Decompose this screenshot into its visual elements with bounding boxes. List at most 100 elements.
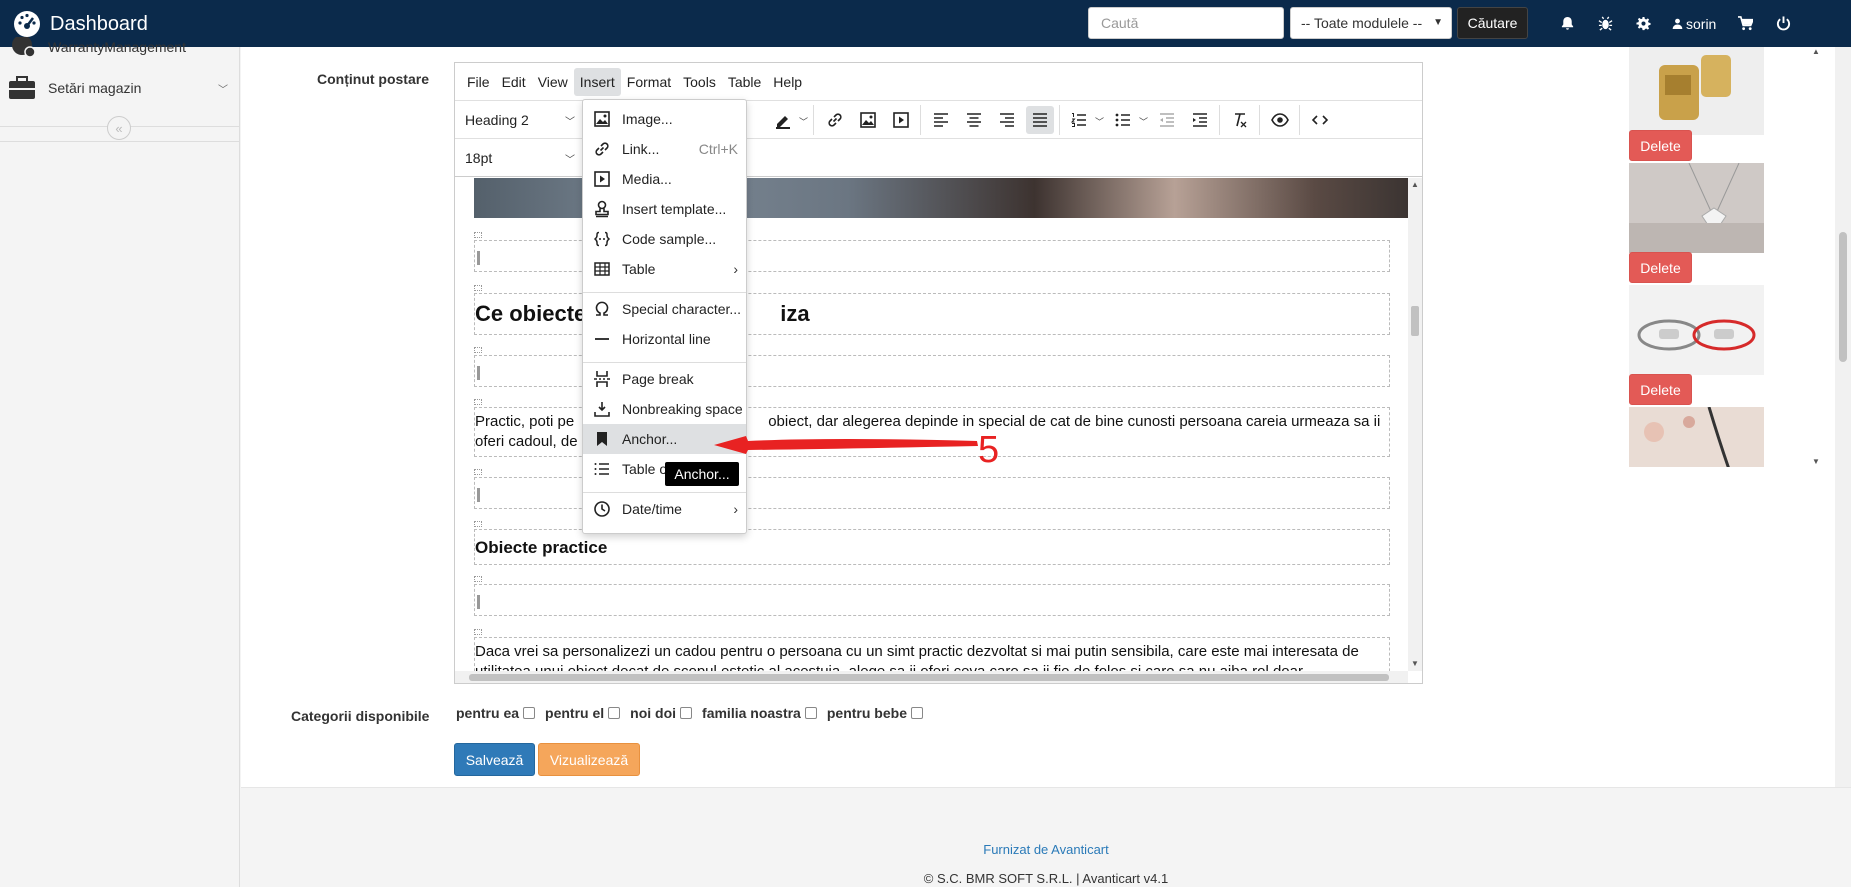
menu-item-image[interactable]: Image... <box>583 104 746 134</box>
user-menu[interactable]: sorin <box>1662 16 1726 32</box>
scroll-down-icon[interactable]: ▼ <box>1812 457 1820 466</box>
align-right-button[interactable] <box>993 106 1021 134</box>
toc-icon <box>594 463 609 475</box>
insert-link-button[interactable] <box>821 106 849 134</box>
insert-image-button[interactable] <box>854 106 882 134</box>
font-size-select[interactable]: 18pt ﹀ <box>455 145 583 171</box>
scroll-up-icon[interactable]: ▲ <box>1411 180 1419 189</box>
highlight-color-button[interactable] <box>769 106 797 134</box>
power-icon[interactable] <box>1764 16 1802 31</box>
page-scrollbar[interactable] <box>1835 47 1851 887</box>
scroll-up-icon[interactable]: ▲ <box>1812 47 1820 56</box>
table-icon <box>594 262 610 276</box>
global-search-input[interactable] <box>1088 7 1284 39</box>
brand-title: Dashboard <box>50 12 148 35</box>
align-left-button[interactable] <box>927 106 955 134</box>
category-checkbox[interactable] <box>804 707 817 719</box>
sidebar-item-warranty[interactable]: WarrantyManagement <box>0 35 240 59</box>
toolbar-divider <box>1219 105 1220 135</box>
menu-table[interactable]: Table <box>722 68 767 96</box>
toolbar-divider <box>1299 105 1300 135</box>
search-button[interactable]: Căutare <box>1457 7 1528 39</box>
editor-horizontal-scrollbar[interactable] <box>455 671 1408 683</box>
sidebar-item-label: WarrantyManagement <box>48 39 186 55</box>
caret-marker <box>477 595 480 609</box>
justify-button[interactable] <box>1026 106 1054 134</box>
content-label: Conținut postare <box>317 71 429 87</box>
menu-item-page-break[interactable]: Page break <box>583 364 746 394</box>
scroll-thumb[interactable] <box>1411 306 1419 336</box>
paragraph-block[interactable]: Daca vrei sa personalizezi un cadou pent… <box>474 629 1390 671</box>
nbsp-icon <box>594 402 610 417</box>
category-checkbox[interactable] <box>608 707 621 719</box>
footer-link[interactable]: Furnizat de Avanticart <box>241 842 1851 857</box>
menu-insert[interactable]: Insert <box>573 67 621 96</box>
menu-item-code-sample[interactable]: Code sample... <box>583 224 746 254</box>
chevron-down-icon[interactable]: ﹀ <box>1095 115 1104 128</box>
footer-copyright: © S.C. BMR SOFT S.R.L. | Avanticart v4.1 <box>923 871 1169 886</box>
align-center-button[interactable] <box>960 106 988 134</box>
product-image[interactable] <box>1629 163 1764 253</box>
chevron-right-icon: › <box>733 261 738 277</box>
menu-item-date-time[interactable]: Date/time › <box>583 494 746 524</box>
bug-icon[interactable] <box>1586 16 1624 31</box>
scroll-down-icon[interactable]: ▼ <box>1411 659 1419 668</box>
product-image[interactable] <box>1629 407 1764 467</box>
menu-file[interactable]: File <box>461 68 496 96</box>
clear-formatting-button[interactable] <box>1226 106 1254 134</box>
menu-item-media[interactable]: Media... <box>583 164 746 194</box>
chevron-down-icon[interactable]: ﹀ <box>1139 115 1148 128</box>
menu-item-link[interactable]: Link... Ctrl+K <box>583 134 746 164</box>
product-image[interactable] <box>1629 285 1764 375</box>
delete-image-button[interactable]: Delete <box>1629 374 1692 405</box>
category-checkbox[interactable] <box>680 707 693 719</box>
link-icon <box>595 142 609 156</box>
category-checkbox[interactable] <box>523 707 536 719</box>
menu-item-nonbreaking-space[interactable]: Nonbreaking space <box>583 394 746 424</box>
preview-post-button[interactable]: Vizualizează <box>538 743 640 776</box>
menu-tools[interactable]: Tools <box>677 68 722 96</box>
sidebar-item-label: Setări magazin <box>48 80 142 96</box>
empty-paragraph[interactable] <box>474 576 1390 616</box>
sidebar-item-shop-settings[interactable]: Setări magazin ﹀ <box>0 71 240 105</box>
module-select[interactable]: -- Toate modulele -- ▼ <box>1290 7 1452 39</box>
scroll-thumb[interactable] <box>1839 232 1847 362</box>
block-format-select[interactable]: Heading 2 ﹀ <box>455 107 583 133</box>
menu-edit[interactable]: Edit <box>496 68 532 96</box>
omega-icon <box>595 301 609 316</box>
globe-icon <box>12 37 36 58</box>
numbered-list-button[interactable] <box>1065 106 1093 134</box>
menu-help[interactable]: Help <box>767 68 808 96</box>
media-icon <box>893 112 909 128</box>
cart-icon[interactable] <box>1726 16 1764 31</box>
indent-icon <box>1193 113 1207 127</box>
bell-icon[interactable] <box>1548 16 1586 31</box>
paragraph-line: utilitatea unui obiect decat de scopul e… <box>475 662 1389 671</box>
sidebar-collapse-button[interactable]: « <box>107 116 131 140</box>
delete-image-button[interactable]: Delete <box>1629 252 1692 283</box>
menu-view[interactable]: View <box>532 68 574 96</box>
menu-item-horizontal-line[interactable]: Horizontal line <box>583 324 746 354</box>
preview-button[interactable] <box>1266 106 1294 134</box>
menu-item-insert-template[interactable]: Insert template... <box>583 194 746 224</box>
menu-format[interactable]: Format <box>621 68 677 96</box>
menu-item-special-character[interactable]: Special character... <box>583 294 746 324</box>
product-image[interactable] <box>1629 47 1764 135</box>
source-code-button[interactable] <box>1306 106 1334 134</box>
editor-vertical-scrollbar[interactable]: ▲ ▼ <box>1408 178 1422 671</box>
indent-button[interactable] <box>1186 106 1214 134</box>
save-button[interactable]: Salvează <box>454 743 535 776</box>
align-right-icon <box>1000 113 1014 127</box>
chevron-down-icon[interactable]: ﹀ <box>799 115 808 128</box>
subheading-block[interactable]: Obiecte practice <box>474 521 1390 565</box>
scroll-thumb[interactable] <box>469 674 1389 681</box>
insert-media-button[interactable] <box>887 106 915 134</box>
bullet-list-button[interactable] <box>1109 106 1137 134</box>
gallery-scrollbar[interactable]: ▲ ▼ <box>1808 47 1824 467</box>
outdent-button[interactable] <box>1153 106 1181 134</box>
menu-item-table[interactable]: Table › <box>583 254 746 284</box>
gear-icon[interactable] <box>1624 16 1662 31</box>
page-footer: Furnizat de Avanticart © S.C. BMR SOFT S… <box>241 787 1851 887</box>
category-checkbox[interactable] <box>910 707 923 719</box>
delete-image-button[interactable]: Delete <box>1629 130 1692 161</box>
